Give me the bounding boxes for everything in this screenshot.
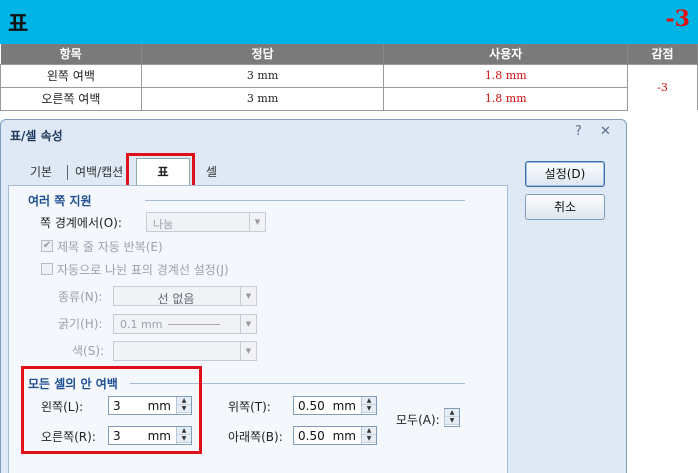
result-banner: 표 -3 bbox=[0, 0, 698, 44]
header-answer: 정답 bbox=[141, 44, 385, 64]
bottom-margin-label: 아래쪽(B): bbox=[228, 430, 283, 444]
help-icon[interactable]: ? bbox=[575, 124, 582, 139]
top-margin-label: 위쪽(T): bbox=[228, 400, 271, 414]
spin-down-icon[interactable]: ▼ bbox=[445, 417, 459, 425]
row-user: 1.8 mm bbox=[383, 86, 629, 111]
chevron-down-icon: ▼ bbox=[240, 315, 256, 333]
top-margin-spinner[interactable]: 0.50 mm ▲ ▼ bbox=[293, 396, 377, 415]
page-boundary-select[interactable]: 나눔 ▼ bbox=[146, 212, 266, 232]
border-color-select[interactable]: ▼ bbox=[113, 341, 257, 361]
spin-down-icon[interactable]: ▼ bbox=[362, 405, 376, 413]
dialog-title: 표/셀 속성 bbox=[10, 129, 63, 143]
table-row: 왼쪽 여백 3 mm 1.8 mm -3 bbox=[0, 63, 698, 110]
tab-margin-caption[interactable]: 여백/캡션 bbox=[75, 163, 123, 185]
all-margin-label: 모두(A): bbox=[396, 413, 440, 427]
spin-up-icon[interactable]: ▲ bbox=[445, 409, 459, 417]
banner-title: 표 bbox=[8, 11, 29, 37]
tab-separator bbox=[67, 165, 68, 180]
border-color-label: 색(S): bbox=[72, 344, 105, 358]
row-user: 1.8 mm bbox=[383, 63, 629, 88]
row-item: 오른쪽 여백 bbox=[0, 86, 142, 111]
border-thickness-select[interactable]: 0.1 mm ▼ bbox=[113, 314, 257, 334]
spin-up-icon[interactable]: ▲ bbox=[362, 397, 376, 405]
group-title-multipage: 여러 쪽 지원 bbox=[28, 192, 96, 209]
auto-border-label: 자동으로 나뉜 표의 경계선 설정(J) bbox=[57, 263, 229, 277]
row-answer: 3 mm bbox=[140, 63, 385, 88]
table-header-row: 항목 정답 사용자 감점 bbox=[0, 44, 698, 64]
border-type-value: 선 없음 bbox=[157, 292, 195, 306]
grading-table: 항목 정답 사용자 감점 왼쪽 여백 3 mm 1.8 mm -3 오른쪽 여백… bbox=[0, 44, 698, 111]
highlight-box-tab bbox=[126, 153, 195, 189]
auto-border-checkbox[interactable] bbox=[41, 263, 53, 275]
spin-down-icon[interactable]: ▼ bbox=[362, 435, 376, 443]
banner-score: -3 bbox=[665, 6, 690, 32]
chevron-down-icon: ▼ bbox=[249, 213, 265, 231]
bottom-margin-value[interactable]: 0.50 bbox=[298, 429, 325, 443]
header-deduction: 감점 bbox=[627, 44, 698, 64]
row-item: 왼쪽 여백 bbox=[0, 63, 142, 88]
row-answer: 3 mm bbox=[140, 86, 385, 111]
deduction-value: -3 bbox=[627, 63, 698, 110]
line-preview bbox=[168, 324, 220, 325]
page-boundary-value: 나눔 bbox=[153, 218, 174, 231]
page-boundary-label: 쪽 경계에서(O): bbox=[40, 216, 122, 230]
top-margin-unit: mm bbox=[332, 399, 356, 413]
group-divider bbox=[145, 200, 465, 201]
cancel-button[interactable]: 취소 bbox=[525, 194, 605, 220]
chevron-down-icon: ▼ bbox=[240, 342, 256, 360]
table-row: 오른쪽 여백 3 mm 1.8 mm bbox=[0, 86, 698, 111]
border-type-label: 종류(N): bbox=[58, 290, 103, 304]
header-item: 항목 bbox=[0, 44, 142, 64]
header-user: 사용자 bbox=[383, 44, 629, 64]
border-type-select[interactable]: 선 없음 ▼ bbox=[113, 286, 257, 306]
top-margin-value[interactable]: 0.50 bbox=[298, 399, 325, 413]
tab-basic[interactable]: 기본 bbox=[30, 163, 52, 185]
repeat-header-label: 제목 줄 자동 반복(E) bbox=[57, 240, 163, 254]
tab-cell[interactable]: 셀 bbox=[206, 163, 217, 185]
close-icon[interactable]: ✕ bbox=[600, 124, 611, 139]
highlight-box-inner-margin bbox=[21, 366, 202, 454]
ok-button[interactable]: 설정(D) bbox=[525, 161, 605, 187]
chevron-down-icon: ▼ bbox=[240, 287, 256, 305]
border-thickness-value: 0.1 mm bbox=[120, 318, 163, 331]
all-margin-spinner[interactable]: ▲ ▼ bbox=[444, 408, 460, 427]
bottom-margin-unit: mm bbox=[332, 429, 356, 443]
repeat-header-checkbox[interactable]: ✔ bbox=[41, 240, 53, 252]
border-thickness-label: 굵기(H): bbox=[58, 317, 103, 331]
bottom-margin-spinner[interactable]: 0.50 mm ▲ ▼ bbox=[293, 426, 377, 445]
spin-up-icon[interactable]: ▲ bbox=[362, 427, 376, 435]
